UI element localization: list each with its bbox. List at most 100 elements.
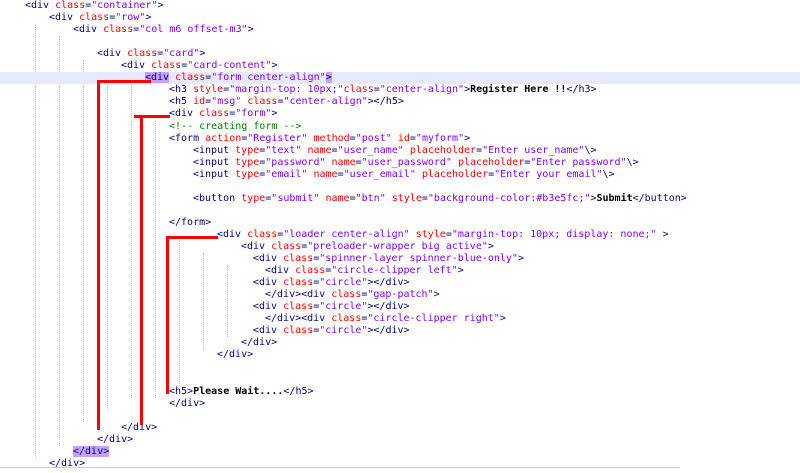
code-token: </form> xyxy=(169,216,212,228)
code-token: "Enter user_name" xyxy=(482,144,585,156)
code-token: </button> xyxy=(632,192,687,204)
code-line: <h5 id="msg" class="center-align"></h5> xyxy=(0,96,800,108)
code-token: "msg" xyxy=(211,96,242,108)
code-token: "submit" xyxy=(271,192,320,204)
code-token: \> xyxy=(626,156,639,168)
code-token: placeholder xyxy=(458,156,525,168)
code-line: </form> xyxy=(0,217,800,229)
code-token: > xyxy=(457,265,464,277)
code-token: </h5> xyxy=(283,385,314,397)
code-token: <div xyxy=(241,241,272,252)
code-token: Submit xyxy=(596,192,633,204)
code-token: > xyxy=(157,0,164,11)
code-token: class xyxy=(295,265,326,277)
code-token: > xyxy=(325,72,332,84)
code-token: class xyxy=(331,289,362,301)
code-editor[interactable]: <div class="container"> <div class="row">… xyxy=(0,0,800,473)
code-token: name xyxy=(325,192,350,204)
code-token: style xyxy=(391,192,422,204)
code-line: <div class="spinner-layer spinner-blue-o… xyxy=(0,253,800,265)
code-token: style xyxy=(415,228,446,240)
code-token: <input xyxy=(193,168,236,180)
code-token: </div> xyxy=(73,445,110,457)
code-token: "myform" xyxy=(415,132,465,144)
annotation-line-loader-vertical xyxy=(166,236,169,394)
code-token: > xyxy=(199,48,206,60)
code-token: "user_email" xyxy=(343,168,416,180)
code-token: <div xyxy=(49,12,80,24)
code-token: type xyxy=(235,168,260,180)
code-token: class xyxy=(283,277,314,289)
code-token: Please Wait.... xyxy=(193,385,284,397)
code-line: </div> xyxy=(0,422,800,434)
code-token: ></h5> xyxy=(367,96,404,108)
code-token: class xyxy=(79,12,110,24)
code-line: <div class="card-content"> xyxy=(0,60,800,72)
code-token: <div xyxy=(265,265,296,277)
code-token: class xyxy=(331,313,362,325)
code-token: class xyxy=(175,72,206,84)
code-line: </div><div class="gap-patch"> xyxy=(0,289,800,301)
code-token: > xyxy=(145,12,152,24)
code-line: </div> xyxy=(0,458,800,470)
code-token: "center-align" xyxy=(379,84,465,96)
code-line: <h3 style="margin-top: 10px;"class="cent… xyxy=(0,84,800,96)
code-token: <div xyxy=(253,301,284,313)
code-token: placeholder xyxy=(421,168,489,180)
code-token: <h3 xyxy=(169,84,194,96)
code-token: type xyxy=(241,192,266,204)
code-token: class xyxy=(247,96,278,108)
code-token: "col m6 offset-m3" xyxy=(139,24,248,36)
code-token: <button xyxy=(193,192,242,204)
code-token: <div xyxy=(169,108,200,120)
code-token: "form" xyxy=(235,108,272,120)
code-token: <div xyxy=(217,228,248,240)
code-token: "center-align" xyxy=(283,96,368,108)
code-line: </div> xyxy=(0,445,800,458)
code-token: <input xyxy=(193,156,236,168)
code-token: action xyxy=(205,132,242,144)
code-line: <div class="card"> xyxy=(0,48,800,60)
code-token: "post" xyxy=(355,132,392,144)
code-line: <div class="circle"></div> xyxy=(0,277,800,289)
code-token: "form center-align" xyxy=(211,72,326,84)
code-token: <form xyxy=(169,132,206,144)
code-token: "loader center-align" xyxy=(283,228,410,240)
code-token: > xyxy=(271,60,278,72)
code-token: class xyxy=(247,228,278,240)
code-line: <form action="Register" method="post" id… xyxy=(0,133,800,145)
code-token: name xyxy=(313,168,338,180)
code-token: "circle" xyxy=(319,325,368,337)
code-line: <input type="email" name="user_email" pl… xyxy=(0,169,800,181)
code-token: "preloader-wrapper big active" xyxy=(307,241,488,252)
code-token: ></div> xyxy=(367,277,410,289)
code-line: <h5>Please Wait....</h5> xyxy=(0,386,800,398)
code-token: "Enter password" xyxy=(530,156,627,168)
code-line: </div> xyxy=(0,434,800,446)
code-token: <h5 xyxy=(169,96,194,108)
code-token: > xyxy=(656,228,669,240)
code-token: method xyxy=(313,132,350,144)
code-token: <div xyxy=(253,253,284,265)
code-token: <!-- creating form --> xyxy=(169,120,302,132)
code-token: > xyxy=(487,241,494,252)
code-token: ></div> xyxy=(367,325,410,337)
code-token: "email" xyxy=(265,168,308,180)
code-token: "spinner-layer spinner-blue-only" xyxy=(319,253,518,265)
code-token: ></div> xyxy=(367,301,410,313)
code-token: "card" xyxy=(163,48,200,60)
code-token: </div> xyxy=(241,337,278,349)
code-line: <div class="container"> xyxy=(0,0,800,12)
code-token: </h3> xyxy=(566,84,597,96)
code-line: <input type="text" name="user_name" plac… xyxy=(0,145,800,157)
code-line: <div class="form"> xyxy=(0,108,800,120)
code-token: class xyxy=(283,253,314,265)
code-line: <div class="loader center-align" style="… xyxy=(0,229,800,241)
code-line: <button type="submit" name="btn" style="… xyxy=(0,193,800,205)
code-token: > xyxy=(464,132,471,144)
code-line: <!-- creating form --> xyxy=(0,121,800,133)
